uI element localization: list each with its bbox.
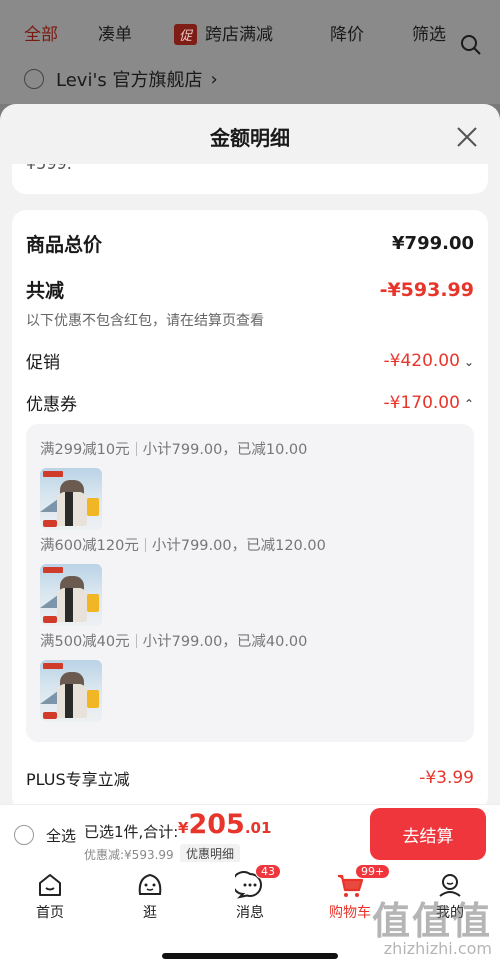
goods-total-value: ¥799.00 bbox=[392, 233, 474, 254]
background-filter-tabs: 全部 凑单 促跨店满减 降价 筛选 bbox=[0, 14, 500, 55]
price-symbol: ¥ bbox=[178, 819, 189, 837]
home-indicator[interactable] bbox=[162, 953, 338, 959]
coupon-rule: 满600减120元 bbox=[40, 538, 139, 554]
select-all-label[interactable]: 全选 bbox=[46, 825, 76, 846]
store-row[interactable]: Levi's 官方旗舰店 › bbox=[24, 66, 218, 92]
browse-face-icon bbox=[138, 873, 162, 895]
amount-detail-sheet: 金额明细 ¥599. 商品总价 ¥799.00 共减 -¥593.99 以下优惠… bbox=[0, 104, 500, 804]
watermark: 值值值 zhizhizhi.com bbox=[372, 890, 492, 958]
previous-card: ¥599. bbox=[12, 164, 488, 194]
tab-messages-label: 消息 bbox=[236, 905, 264, 921]
sheet-title: 金额明细 bbox=[210, 126, 290, 150]
checkout-bar: 全选 已选1件,合计: ¥205.01 优惠减:¥593.99 优惠明细 去结算 bbox=[0, 804, 500, 863]
coupon-rule-line: 满600减120元 小计799.00，已减120.00 bbox=[40, 534, 326, 555]
discount-summary: 优惠减:¥593.99 bbox=[84, 848, 174, 862]
tab-home[interactable]: 首页 bbox=[15, 870, 85, 922]
tab-browse[interactable]: 逛 bbox=[115, 870, 185, 922]
tab-cross-store-label: 跨店满减 bbox=[205, 25, 274, 45]
tab-filter[interactable]: 筛选 bbox=[412, 20, 446, 45]
product-thumbnail[interactable] bbox=[40, 468, 102, 530]
chevron-right-icon: › bbox=[210, 68, 218, 90]
watermark-logo: 值值值 bbox=[371, 898, 492, 943]
price-integer: 205 bbox=[188, 809, 245, 840]
coupon-rule: 满500减40元 bbox=[40, 634, 130, 650]
checkout-button[interactable]: 去结算 bbox=[370, 808, 486, 860]
price-detail-card: 商品总价 ¥799.00 共减 -¥593.99 以下优惠不包含红包，请在结算页… bbox=[12, 210, 488, 804]
total-discount-label: 共减 bbox=[26, 280, 65, 302]
message-badge: 43 bbox=[255, 864, 281, 879]
cart-badge: 99+ bbox=[355, 864, 391, 879]
tab-cross-store[interactable]: 促跨店满减 bbox=[174, 20, 273, 45]
goods-total-row: 商品总价 ¥799.00 bbox=[26, 230, 474, 257]
promo-chip: 促 bbox=[174, 24, 198, 45]
tab-bundle[interactable]: 凑单 bbox=[98, 20, 132, 45]
coupon-detail: 小计799.00，已减120.00 bbox=[151, 538, 326, 554]
plus-label: PLUS专享立减 bbox=[26, 770, 130, 789]
close-icon[interactable] bbox=[454, 124, 480, 150]
goods-total-label: 商品总价 bbox=[26, 234, 103, 256]
promo-row[interactable]: 促销 -¥420.00 ⌄ bbox=[26, 348, 474, 374]
chevron-down-icon[interactable]: ⌄ bbox=[464, 355, 474, 369]
previous-card-text: ¥599. bbox=[26, 164, 72, 173]
plus-value: -¥3.99 bbox=[419, 768, 474, 788]
store-select-radio[interactable] bbox=[24, 69, 44, 89]
total-discount-value: -¥593.99 bbox=[379, 278, 474, 301]
product-thumbnail[interactable] bbox=[40, 564, 102, 626]
search-icon[interactable] bbox=[460, 34, 482, 56]
chevron-up-icon[interactable]: ⌃ bbox=[464, 397, 474, 411]
tab-home-label: 首页 bbox=[36, 905, 64, 921]
home-icon bbox=[39, 874, 61, 896]
product-thumbnail[interactable] bbox=[40, 660, 102, 722]
tab-price-drop[interactable]: 降价 bbox=[330, 20, 364, 45]
plus-discount-row: PLUS专享立减 -¥3.99 bbox=[26, 766, 474, 790]
coupon-rule-line: 满299减10元 小计799.00，已减10.00 bbox=[40, 438, 307, 459]
coupon-value: -¥170.00 bbox=[383, 392, 460, 413]
tab-all[interactable]: 全部 bbox=[24, 20, 58, 45]
discount-detail-link[interactable]: 优惠明细 bbox=[180, 844, 241, 863]
select-all-radio[interactable] bbox=[14, 825, 34, 845]
total-discount-row: 共减 -¥593.99 bbox=[26, 276, 474, 303]
discount-note: 以下优惠不包含红包，请在结算页查看 bbox=[26, 313, 264, 329]
total-price: ¥205.01 bbox=[178, 809, 271, 840]
selected-count: 已选1件,合计: bbox=[84, 823, 179, 841]
coupon-detail: 小计799.00，已减10.00 bbox=[142, 442, 308, 458]
coupon-row[interactable]: 优惠券 -¥170.00 ⌃ bbox=[26, 390, 474, 416]
tab-messages[interactable]: 43 消息 bbox=[215, 864, 285, 922]
coupon-detail: 小计799.00，已减40.00 bbox=[142, 634, 308, 650]
watermark-url: zhizhizhi.com bbox=[383, 939, 492, 958]
price-decimal: .01 bbox=[244, 819, 272, 837]
coupon-detail-box: 满299减10元 小计799.00，已减10.00 满600减120元 小计799.… bbox=[26, 424, 474, 742]
coupon-rule-line: 满500减40元 小计799.00，已减40.00 bbox=[40, 630, 307, 651]
coupon-label: 优惠券 bbox=[26, 395, 77, 415]
store-name: Levi's 官方旗舰店 bbox=[56, 70, 203, 91]
coupon-rule: 满299减10元 bbox=[40, 442, 130, 458]
promo-value: -¥420.00 bbox=[383, 350, 460, 371]
promo-label: 促销 bbox=[26, 353, 60, 373]
tab-browse-label: 逛 bbox=[143, 905, 157, 921]
